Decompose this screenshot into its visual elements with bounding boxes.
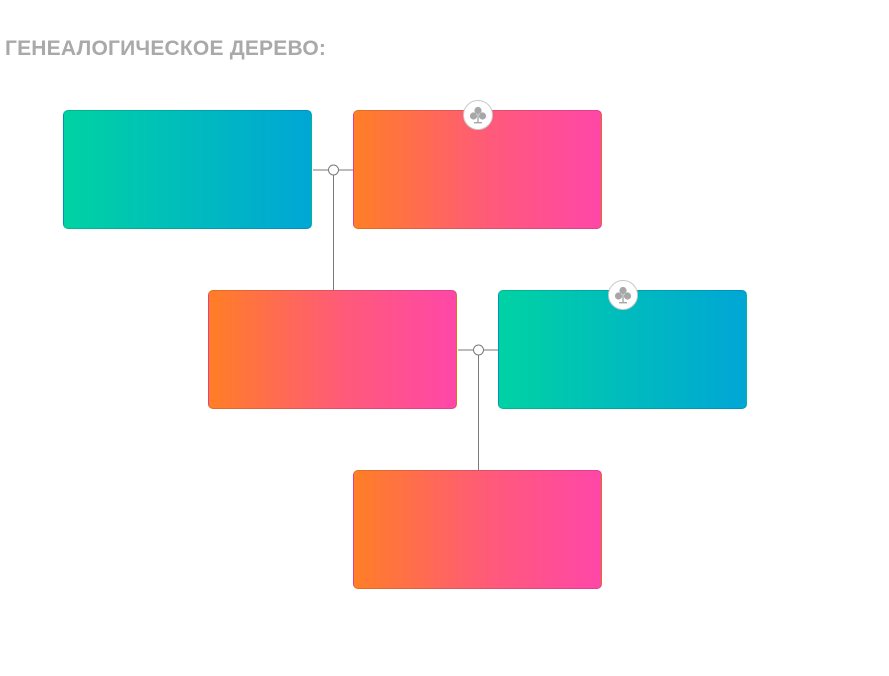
- family-tree-icon[interactable]: [463, 100, 493, 130]
- person-card-grandfather[interactable]: [63, 110, 312, 229]
- page-title: ГЕНЕАЛОГИЧЕСКОЕ ДЕРЕВО:: [5, 37, 327, 60]
- union-node-1: [328, 164, 339, 176]
- person-card-mother[interactable]: [208, 290, 457, 409]
- union-node-2: [473, 344, 484, 356]
- family-tree-icon[interactable]: [608, 280, 638, 310]
- person-card-child[interactable]: [353, 470, 602, 589]
